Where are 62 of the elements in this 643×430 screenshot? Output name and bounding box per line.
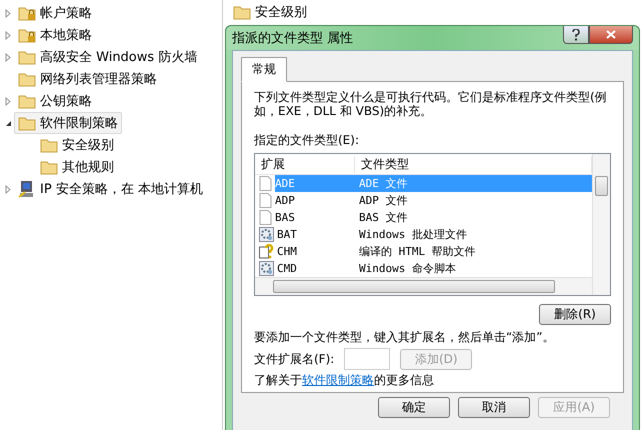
file-type-cell[interactable]: Windows 命令脚本 — [355, 260, 592, 277]
file-type-list[interactable]: 扩展 文件类型 ADE ADE 文件 ADP ADP 文件 BAS BAS 文件 BAT Windows 批处理文件 CHM 编译的 HTML 帮助文件 CMD Windows 命令脚本 — [254, 153, 611, 296]
expand-arrow-icon[interactable] — [5, 52, 11, 62]
expand-arrow-icon[interactable] — [5, 30, 11, 40]
tree-item[interactable]: 软件限制策略 — [14, 112, 122, 134]
file-icon — [259, 176, 272, 191]
tree-item[interactable]: 网络列表管理器策略 — [14, 68, 161, 90]
close-icon — [606, 30, 616, 39]
extension-cell[interactable]: BAT — [277, 226, 355, 243]
tree-item[interactable]: 安全级别 — [36, 134, 118, 156]
policy-link[interactable]: 软件限制策略 — [302, 373, 374, 387]
extension-label: 文件扩展名(F): — [254, 351, 334, 367]
tree-item[interactable]: IP 安全策略，在 本地计算机 — [14, 178, 207, 200]
gear-icon — [259, 261, 274, 276]
file-type-cell[interactable]: 编译的 HTML 帮助文件 — [355, 243, 592, 260]
file-icon — [259, 210, 272, 225]
vertical-scrollbar[interactable] — [592, 154, 610, 295]
dialog-title: 指派的文件类型 属性 — [232, 30, 354, 47]
tree-item[interactable]: 其他规则 — [36, 156, 118, 178]
expand-arrow-icon[interactable] — [5, 96, 11, 106]
locked-folder-icon — [18, 27, 36, 43]
tree-item[interactable]: 帐户策略 — [14, 2, 96, 24]
extension-field[interactable] — [344, 348, 390, 370]
folder-icon — [18, 49, 36, 65]
tree-item[interactable]: 高级安全 Windows 防火墙 — [14, 46, 202, 68]
extension-cell[interactable]: CHM — [277, 243, 355, 260]
question-icon — [572, 28, 580, 40]
folder-icon — [233, 4, 251, 20]
file-type-cell[interactable]: ADP 文件 — [355, 192, 592, 209]
folder-icon — [18, 71, 36, 87]
help-file-icon — [259, 244, 274, 259]
folder-icon — [40, 137, 58, 153]
help-button[interactable] — [563, 26, 589, 44]
computer-icon — [18, 180, 36, 198]
close-button[interactable] — [589, 26, 633, 44]
add-hint-text: 要添加一个文件类型，键入其扩展名，然后单击“添加”。 — [254, 329, 556, 345]
list-label: 指定的文件类型(E): — [254, 132, 360, 149]
folder-icon — [18, 93, 36, 109]
folder-icon — [18, 115, 36, 131]
learn-more-text: 了解关于软件限制策略的更多信息 — [254, 372, 435, 388]
description-text: 下列文件类型定义什么是可执行代码。它们是标准程序文件类型(例如，EXE，DLL 和 VBS)的补充。 — [254, 90, 608, 118]
tree-item[interactable]: 公钥策略 — [14, 90, 96, 112]
horizontal-scrollbar[interactable] — [255, 277, 592, 295]
expand-arrow-icon[interactable] — [5, 184, 11, 194]
delete-button[interactable]: 删除(R) — [539, 304, 611, 325]
gear-icon — [259, 227, 274, 242]
list-item[interactable]: 安全级别 — [233, 3, 633, 21]
tree-item[interactable]: 本地策略 — [14, 24, 96, 46]
file-type-cell[interactable]: BAS 文件 — [355, 209, 592, 226]
extension-cell[interactable]: BAS — [275, 209, 355, 226]
folder-icon — [40, 159, 58, 175]
column-header[interactable]: 扩展 — [255, 156, 355, 172]
extension-cell[interactable]: CMD — [277, 260, 355, 277]
locked-folder-icon — [18, 5, 36, 21]
dialog-button[interactable]: 取消 — [458, 397, 530, 418]
collapse-arrow-icon[interactable] — [4, 120, 12, 126]
expand-arrow-icon[interactable] — [5, 8, 11, 18]
tab[interactable]: 常规 — [241, 57, 287, 82]
extension-cell[interactable]: ADP — [275, 192, 355, 209]
dialog-button[interactable]: 确定 — [378, 397, 450, 418]
file-icon — [259, 193, 272, 208]
file-type-cell[interactable]: Windows 批处理文件 — [355, 226, 592, 243]
